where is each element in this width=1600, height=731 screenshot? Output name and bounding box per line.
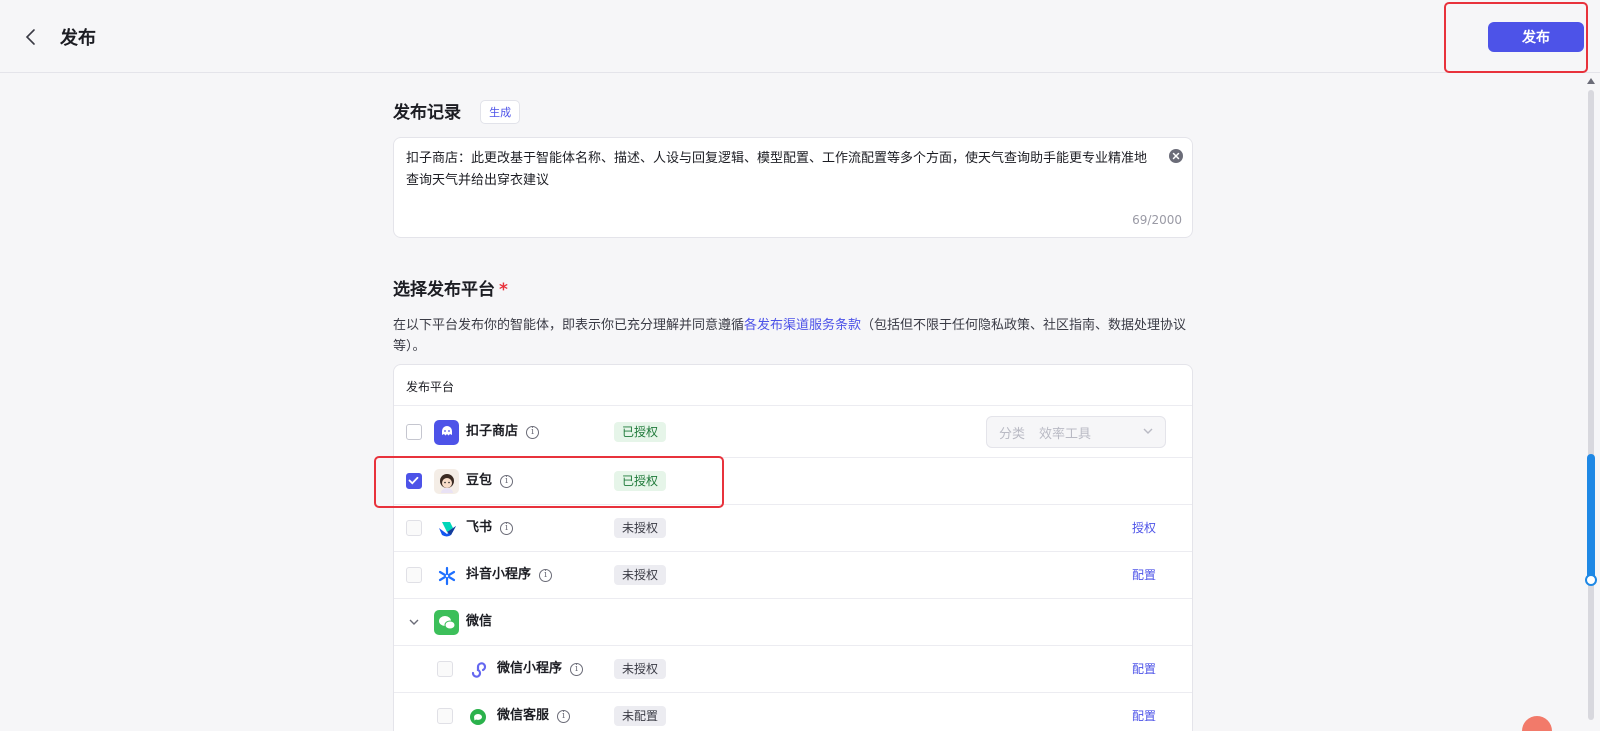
platform-description: 在以下平台发布你的智能体，即表示你已充分理解并同意遵循各发布渠道服务条款（包括但…	[393, 315, 1193, 357]
record-heading: 发布记录 生成	[393, 98, 521, 124]
required-mark: *	[499, 280, 508, 300]
info-icon[interactable]: i	[500, 475, 514, 488]
scroll-up-arrow-icon[interactable]	[1587, 78, 1595, 84]
terms-link[interactable]: 各发布渠道服务条款	[744, 318, 861, 333]
page-title: 发布	[60, 28, 96, 49]
platform-group-wechat[interactable]: 微信	[394, 599, 1192, 646]
back-chevron-icon[interactable]	[20, 26, 42, 48]
platform-row-douyin-miniprogram: 抖音小程序 i 未授权 配置	[394, 552, 1192, 599]
platform-row-wechat-miniprogram: 微信小程序 i 未授权 配置	[394, 646, 1192, 693]
scroll-thumb[interactable]	[1587, 454, 1595, 582]
record-text[interactable]: 扣子商店：此更改基于智能体名称、描述、人设与回复逻辑、模型配置、工作流配置等多个…	[406, 148, 1152, 192]
platform-checkbox[interactable]	[406, 423, 422, 440]
category-value: 效率工具	[1039, 427, 1092, 442]
platform-row-wechat-service: 微信客服 i 未配置 配置	[394, 693, 1192, 731]
info-icon[interactable]: i	[500, 522, 514, 535]
category-select[interactable]: 分类 效率工具	[986, 416, 1166, 448]
platform-title: 选择发布平台	[393, 280, 495, 300]
platform-name: 扣子商店 i	[466, 423, 540, 441]
platform-checkbox-disabled	[437, 661, 453, 677]
clear-circle-icon[interactable]	[1168, 148, 1184, 164]
authorize-link[interactable]: 授权	[1132, 519, 1156, 537]
platform-heading: 选择发布平台 *	[393, 275, 508, 300]
desc-prefix: 在以下平台发布你的智能体，即表示你已充分理解并同意遵循	[393, 318, 745, 333]
platform-table: 发布平台 扣子商店 i 已授权 分类 效率工具 豆包 i 已授权 飞书 i 未授…	[393, 364, 1193, 731]
info-icon[interactable]: i	[526, 425, 540, 439]
douyin-miniprogram-icon	[434, 563, 459, 588]
platform-row-feishu: 飞书 i 未授权 授权	[394, 505, 1192, 552]
chevron-down-icon[interactable]	[408, 616, 420, 628]
scroll-track[interactable]	[1588, 90, 1594, 720]
status-badge: 未授权	[614, 659, 667, 679]
doubao-avatar-icon	[434, 469, 459, 494]
info-icon[interactable]: i	[570, 663, 584, 676]
platform-name: 飞书 i	[466, 519, 514, 537]
category-label: 分类	[999, 427, 1026, 442]
page-scrollbar[interactable]	[1583, 76, 1600, 731]
wechat-icon	[434, 610, 459, 635]
char-counter: 69/2000	[1132, 213, 1182, 227]
wechat-miniprogram-icon	[465, 657, 490, 682]
status-badge: 未授权	[614, 565, 667, 585]
wechat-service-icon	[465, 704, 490, 729]
info-icon[interactable]: i	[539, 569, 553, 582]
status-badge: 已授权	[614, 471, 667, 491]
platform-name: 微信客服 i	[497, 707, 571, 725]
top-header: 发布 发布	[0, 0, 1600, 73]
platform-checkbox-disabled	[406, 567, 422, 583]
status-badge: 未配置	[614, 706, 667, 726]
platform-checkbox-disabled	[406, 520, 422, 536]
platform-checkbox-disabled	[437, 708, 453, 724]
configure-link[interactable]: 配置	[1132, 707, 1156, 725]
info-icon[interactable]: i	[557, 710, 571, 723]
status-badge: 未授权	[614, 518, 667, 538]
status-badge: 已授权	[614, 421, 667, 442]
platform-name: 微信小程序 i	[497, 660, 584, 678]
chevron-down-icon	[1143, 428, 1153, 434]
platform-checkbox-checked[interactable]	[406, 473, 422, 489]
record-title: 发布记录	[393, 103, 461, 123]
platform-name: 抖音小程序 i	[466, 566, 553, 584]
feishu-icon	[434, 516, 459, 541]
platform-row-coze-store: 扣子商店 i 已授权 分类 效率工具	[394, 406, 1192, 458]
table-header: 发布平台	[394, 365, 1192, 406]
configure-link[interactable]: 配置	[1132, 566, 1156, 584]
generate-button[interactable]: 生成	[480, 100, 521, 124]
scroll-knob[interactable]	[1585, 574, 1597, 586]
configure-link[interactable]: 配置	[1132, 660, 1156, 678]
platform-group-name: 微信	[466, 614, 493, 629]
platform-name: 豆包 i	[466, 472, 514, 490]
record-textarea[interactable]: 扣子商店：此更改基于智能体名称、描述、人设与回复逻辑、模型配置、工作流配置等多个…	[393, 137, 1193, 238]
publish-button[interactable]: 发布	[1488, 22, 1584, 52]
platform-row-doubao: 豆包 i 已授权	[394, 458, 1192, 505]
coze-store-icon	[434, 419, 459, 445]
floating-avatar-icon[interactable]	[1522, 716, 1552, 731]
